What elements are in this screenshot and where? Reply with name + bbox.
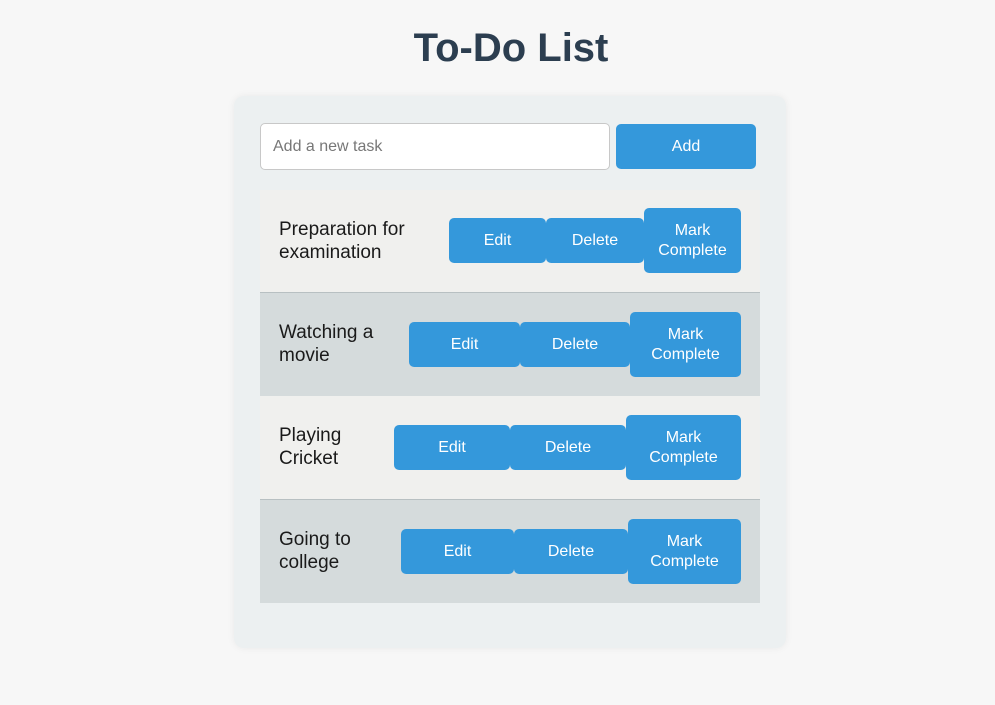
add-button[interactable]: Add <box>616 124 756 169</box>
delete-button[interactable]: Delete <box>514 529 628 574</box>
task-label: Preparation for examination <box>279 219 405 263</box>
task-label: Playing Cricket <box>279 425 342 469</box>
delete-button[interactable]: Delete <box>510 425 626 470</box>
edit-button[interactable]: Edit <box>409 322 520 367</box>
page-title: To-Do List <box>413 26 609 70</box>
task-label: Watching a movie <box>279 322 374 366</box>
task-row: Playing Cricket Edit Delete Mark Complete <box>260 396 760 499</box>
delete-button[interactable]: Delete <box>520 322 630 367</box>
task-label: Going to college <box>279 529 351 573</box>
mark-complete-button[interactable]: Mark Complete <box>644 208 741 273</box>
mark-complete-button[interactable]: Mark Complete <box>626 415 741 480</box>
task-row: Going to college Edit Delete Mark Complete <box>260 499 760 603</box>
edit-button[interactable]: Edit <box>449 218 546 263</box>
task-row: Watching a movie Edit Delete Mark Complete <box>260 292 760 396</box>
delete-button[interactable]: Delete <box>546 218 644 263</box>
edit-button[interactable]: Edit <box>401 529 514 574</box>
mark-complete-button[interactable]: Mark Complete <box>630 312 741 377</box>
edit-button[interactable]: Edit <box>394 425 510 470</box>
new-task-input[interactable] <box>260 123 610 170</box>
mark-complete-button[interactable]: Mark Complete <box>628 519 741 584</box>
task-row: Preparation for examination Edit Delete M… <box>260 190 760 293</box>
